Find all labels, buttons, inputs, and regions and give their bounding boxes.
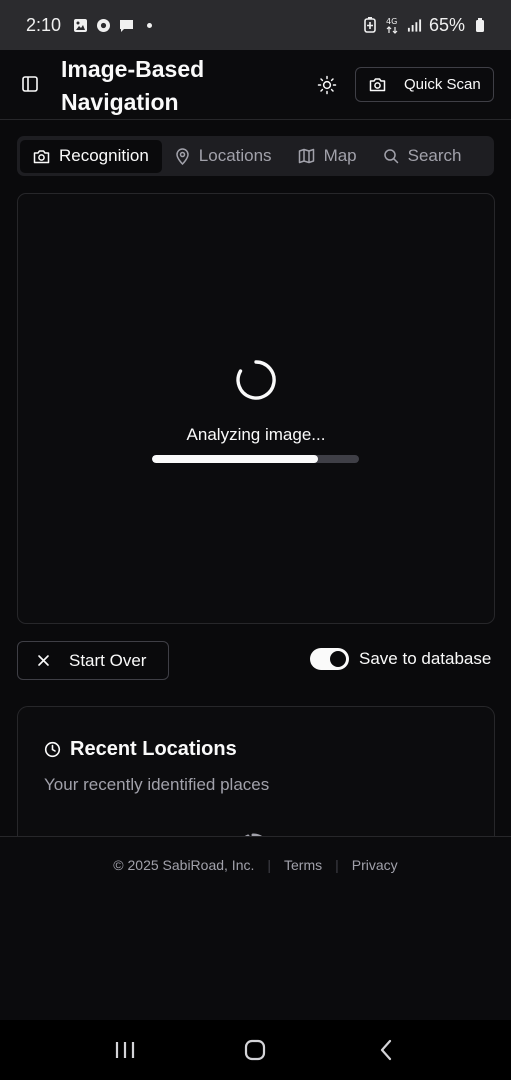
analysis-status: Analyzing image...: [186, 425, 326, 444]
sidebar-icon: [22, 76, 38, 92]
save-to-database: Save to database: [310, 648, 491, 670]
analysis-progress-bar: [152, 455, 359, 463]
tab-label: Map: [323, 146, 357, 165]
status-time: 2:10: [26, 14, 62, 35]
tab-label: Search: [407, 146, 462, 165]
loading-spinner-icon: [236, 360, 276, 400]
recent-title-text: Recent Locations: [70, 738, 237, 760]
battery-percent: 65%: [428, 14, 465, 35]
tab-label: Locations: [198, 146, 272, 165]
tab-locations[interactable]: Locations: [162, 140, 285, 173]
sun-icon: [317, 75, 337, 95]
recent-apps-icon: [116, 1042, 135, 1058]
clock-icon: [44, 741, 61, 758]
page-title: Image-Based Navigation: [61, 56, 205, 115]
back-icon: [380, 1039, 391, 1061]
dot-icon: [142, 18, 157, 33]
quick-scan-button[interactable]: Quick Scan: [355, 67, 494, 102]
main-tabs: Recognition Locations Map Search: [17, 136, 494, 176]
footer: © 2025 SabiRoad, Inc. | Terms | Privacy: [0, 836, 511, 1020]
recent-locations-title: Recent Locations: [44, 738, 237, 761]
close-icon: [38, 655, 49, 666]
save-to-database-toggle[interactable]: [310, 648, 349, 670]
4g-icon: 4G: [385, 17, 400, 34]
signal-icon: [407, 18, 422, 33]
camera-icon: [33, 149, 50, 163]
tab-map[interactable]: Map: [285, 140, 370, 173]
app-header: Image-Based Navigation Quick Scan: [0, 50, 511, 120]
status-bar: 2:10 4G 65%: [0, 0, 511, 50]
search-icon: [383, 149, 398, 164]
privacy-link[interactable]: Privacy: [352, 857, 398, 873]
start-over-button[interactable]: Start Over: [17, 641, 169, 680]
chrome-icon: [96, 18, 111, 33]
quick-scan-label: Quick Scan: [404, 76, 481, 93]
theme-toggle-button[interactable]: [316, 74, 338, 96]
gallery-icon: [73, 18, 88, 33]
footer-divider: |: [335, 857, 339, 873]
home-icon: [245, 1039, 266, 1061]
back-button[interactable]: [366, 1030, 406, 1070]
map-icon: [298, 148, 314, 164]
chat-icon: [119, 18, 134, 33]
analysis-panel: Analyzing image...: [17, 193, 495, 624]
recent-apps-button[interactable]: [105, 1030, 145, 1070]
svg-text:4G: 4G: [386, 17, 397, 26]
battery-icon: [472, 18, 487, 33]
progress-fill: [152, 455, 318, 463]
save-to-database-label: Save to database: [359, 649, 492, 668]
recent-locations-subtitle: Your recently identified places: [44, 775, 270, 794]
home-button[interactable]: [235, 1030, 275, 1070]
sidebar-toggle-button[interactable]: [20, 74, 40, 94]
footer-divider: |: [267, 857, 272, 873]
tab-search[interactable]: Search: [370, 140, 475, 173]
tab-label: Recognition: [59, 146, 149, 165]
terms-link[interactable]: Terms: [284, 857, 322, 873]
map-pin-icon: [176, 147, 189, 165]
tab-recognition[interactable]: Recognition: [20, 139, 162, 173]
toggle-knob: [330, 651, 346, 667]
copyright-text: © 2025 SabiRoad, Inc.: [113, 857, 255, 873]
start-over-label: Start Over: [69, 650, 147, 670]
battery-saver-icon: [363, 17, 378, 33]
camera-icon: [369, 78, 386, 92]
system-navigation-bar: [0, 1020, 511, 1080]
